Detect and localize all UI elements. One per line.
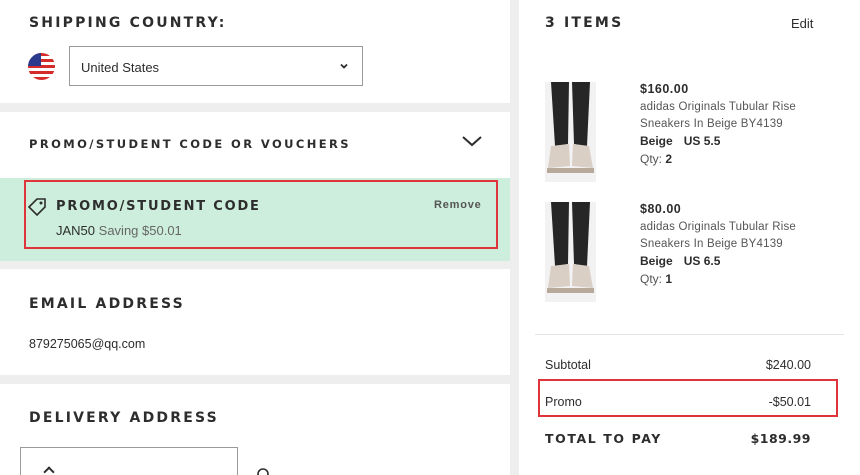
total-row: TOTAL TO PAY $189.99 [545, 431, 811, 446]
qty-label: Qty: [640, 272, 663, 286]
delivery-panel: DELIVERY ADDRESS [0, 384, 510, 475]
email-panel: EMAIL ADDRESS 879275065@qq.com [0, 269, 510, 375]
item-price: $160.00 [640, 82, 689, 96]
qty-value: 1 [665, 272, 673, 286]
item-size: US 6.5 [683, 254, 721, 268]
order-summary-panel: 3 ITEMS Edit $160.00 adidas Originals Tu… [519, 0, 860, 475]
item-info: $160.00 adidas Originals Tubular Rise Sn… [640, 82, 840, 166]
email-title: EMAIL ADDRESS [29, 296, 185, 312]
product-thumbnail[interactable] [545, 202, 596, 302]
country-select[interactable]: United States [69, 46, 363, 86]
us-flag-icon [28, 53, 55, 80]
qty-label: Qty: [640, 152, 663, 166]
search-icon[interactable] [256, 467, 272, 475]
item-name[interactable]: adidas Originals Tubular Rise Sneakers I… [640, 219, 840, 253]
item-attributes: Beige US 6.5 [640, 254, 840, 268]
chevron-down-icon[interactable] [461, 134, 483, 148]
qty-value: 2 [665, 152, 673, 166]
promo-panel: PROMO/STUDENT CODE OR VOUCHERS PROMO/STU… [0, 112, 510, 261]
item-color: Beige [640, 254, 673, 268]
item-price: $80.00 [640, 202, 682, 216]
item-info: $80.00 adidas Originals Tubular Rise Sne… [640, 202, 840, 286]
subtotal-value: $240.00 [765, 358, 811, 372]
item-name[interactable]: adidas Originals Tubular Rise Sneakers I… [640, 99, 840, 133]
address-input[interactable] [20, 447, 238, 475]
shipping-country-title: SHIPPING COUNTRY: [29, 15, 227, 31]
shipping-country-panel: SHIPPING COUNTRY: United States [0, 0, 510, 103]
delivery-title: DELIVERY ADDRESS [29, 410, 219, 426]
item-attributes: Beige US 5.5 [640, 134, 840, 148]
product-thumbnail[interactable] [545, 82, 596, 182]
item-quantity: Qty: 1 [640, 272, 840, 286]
item-quantity: Qty: 2 [640, 152, 840, 166]
total-label: TOTAL TO PAY [545, 431, 662, 446]
subtotal-label: Subtotal [545, 358, 591, 372]
items-count-title: 3 ITEMS [545, 15, 624, 31]
bag-item: $80.00 adidas Originals Tubular Rise Sne… [545, 202, 845, 302]
subtotal-row: Subtotal $240.00 [545, 358, 811, 372]
promo-section-title[interactable]: PROMO/STUDENT CODE OR VOUCHERS [29, 137, 351, 151]
bag-item: $160.00 adidas Originals Tubular Rise Sn… [545, 82, 845, 182]
email-value: 879275065@qq.com [29, 337, 146, 351]
chevron-down-icon [340, 63, 348, 69]
edit-bag-link[interactable]: Edit [791, 16, 813, 31]
country-select-value: United States [81, 60, 160, 75]
total-value: $189.99 [750, 431, 811, 446]
summary-divider [535, 334, 844, 335]
item-size: US 5.5 [683, 134, 721, 148]
chevron-up-icon [43, 466, 55, 475]
highlight-box [24, 180, 498, 249]
item-color: Beige [640, 134, 673, 148]
highlight-box [538, 379, 838, 417]
